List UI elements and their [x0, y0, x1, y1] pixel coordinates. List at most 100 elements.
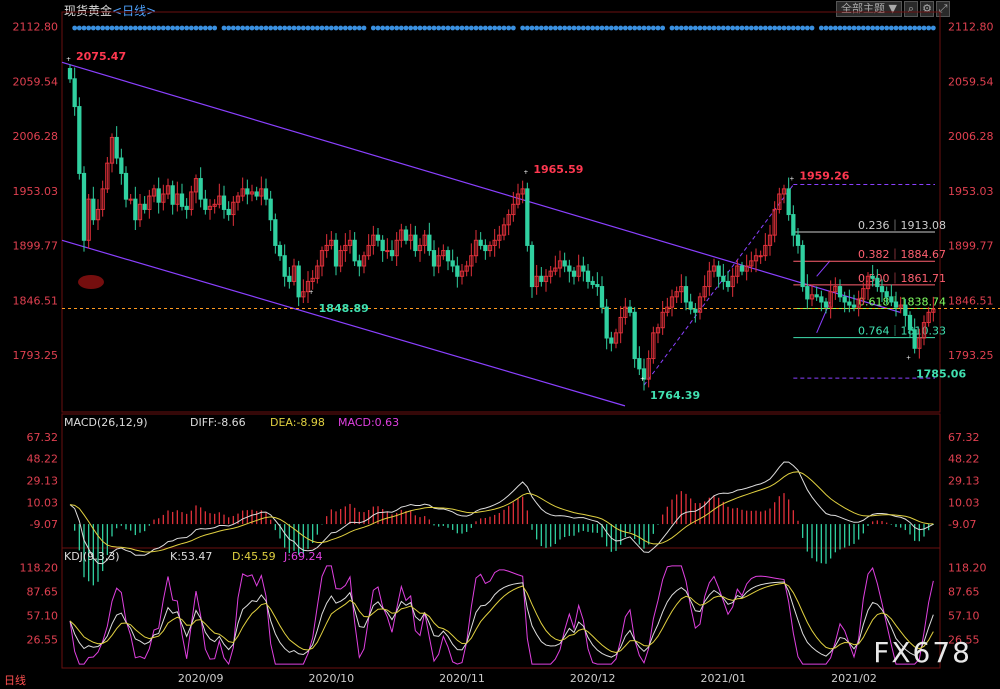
y-tick-left: 1899.77 [13, 240, 59, 253]
marker-dot [496, 25, 502, 31]
annotation-1: 1848.89 [319, 302, 369, 315]
y-tick-left: 2112.80 [13, 21, 59, 34]
marker-dot [468, 25, 474, 31]
marker-dot [506, 25, 512, 31]
marker-dot [692, 25, 698, 31]
marker-dot [744, 25, 750, 31]
gold-daily-chart[interactable]: 2112.80 2112.80 2059.54 2059.54 2006.28 2006.… [0, 0, 1000, 689]
y-tick-right: 1846.51 [948, 294, 994, 307]
marker-dot [879, 25, 885, 31]
candle-body [875, 277, 880, 288]
candle-body [277, 244, 283, 257]
marker-dot [828, 25, 834, 31]
marker-dot [445, 25, 451, 31]
marker-dot [860, 25, 866, 31]
annotation-marker: + [906, 355, 911, 362]
candle-body [539, 275, 544, 282]
candle-body [758, 255, 763, 258]
watermark-logo: FX678 [873, 636, 972, 669]
y-tick-left: 1953.03 [13, 185, 59, 198]
candle-body [203, 198, 208, 210]
marker-dot [837, 25, 843, 31]
marker-dot [576, 25, 582, 31]
candle-body [333, 239, 339, 267]
marker-dot [865, 25, 871, 31]
marker-dot [912, 25, 918, 31]
candle-body [525, 188, 530, 246]
marker-dot [856, 25, 862, 31]
marker-dot [622, 25, 628, 31]
marker-dot [389, 25, 395, 31]
candle-body [879, 286, 885, 293]
marker-dot [146, 25, 152, 31]
macd-tick-right: 29.13 [948, 474, 980, 487]
marker-dot [403, 25, 409, 31]
kdj-j: J:69.24 [283, 550, 322, 563]
marker-dot [902, 25, 908, 31]
marker-dot [608, 25, 614, 31]
candle-body [851, 304, 857, 308]
candle-body [282, 255, 287, 277]
annotation-marker: + [309, 289, 314, 296]
marker-dot [809, 25, 815, 31]
marker-dot [286, 25, 292, 31]
y-tick-right: 1953.03 [948, 185, 994, 198]
marker-dot [109, 25, 115, 31]
candle-body [128, 198, 133, 201]
marker-dot [926, 25, 932, 31]
candle-body [170, 185, 175, 205]
marker-dot [660, 25, 666, 31]
marker-dot [520, 25, 526, 31]
marker-dot [898, 25, 904, 31]
y-tick-right: 1793.25 [948, 349, 994, 362]
candle-body [296, 265, 301, 298]
candle-body [352, 239, 357, 262]
macd-tick-left: -9.07 [30, 518, 58, 531]
marker-dot [165, 25, 171, 31]
candle-body [226, 208, 231, 216]
macd-tick-right: 48.22 [948, 453, 980, 466]
marker-dot [235, 25, 241, 31]
marker-dot [650, 25, 656, 31]
marker-dot [725, 25, 731, 31]
marker-dot [613, 25, 619, 31]
candle-body [403, 229, 409, 241]
y-tick-right: 2059.54 [948, 75, 994, 88]
candle-body [847, 301, 852, 306]
candle-body [585, 270, 591, 282]
marker-dot [333, 25, 339, 31]
candle-body [693, 308, 698, 313]
marker-dot [361, 25, 367, 31]
candle-body [903, 304, 908, 316]
marker-dot [627, 25, 633, 31]
marker-dot [258, 25, 264, 31]
candle-body [604, 306, 609, 339]
candle-body [567, 265, 572, 272]
candle-body [907, 314, 913, 331]
marker-dot [720, 25, 726, 31]
candle-body [478, 239, 483, 246]
marker-dot [702, 25, 708, 31]
candle-body [800, 244, 805, 288]
marker-dot [193, 25, 199, 31]
marker-dot [510, 25, 516, 31]
channel-upper [61, 61, 901, 313]
fib-label-4: 0.764｜1810.33 [858, 325, 946, 338]
kdj-tick-left: 87.65 [27, 585, 59, 598]
marker-dot [636, 25, 642, 31]
marker-dot [95, 25, 101, 31]
marker-dot [254, 25, 260, 31]
candle-body [179, 193, 185, 207]
marker-dot [538, 25, 544, 31]
marker-dot [674, 25, 680, 31]
marker-dot [776, 25, 782, 31]
marker-dot [174, 25, 180, 31]
marker-dot [930, 25, 936, 31]
marker-dot [324, 25, 330, 31]
marker-dot [170, 25, 176, 31]
fib-label-0: 0.236｜1913.08 [858, 219, 946, 232]
marker-dot [282, 25, 288, 31]
macd-tick-right: -9.07 [948, 518, 976, 531]
marker-dot [272, 25, 278, 31]
marker-dot [226, 25, 232, 31]
